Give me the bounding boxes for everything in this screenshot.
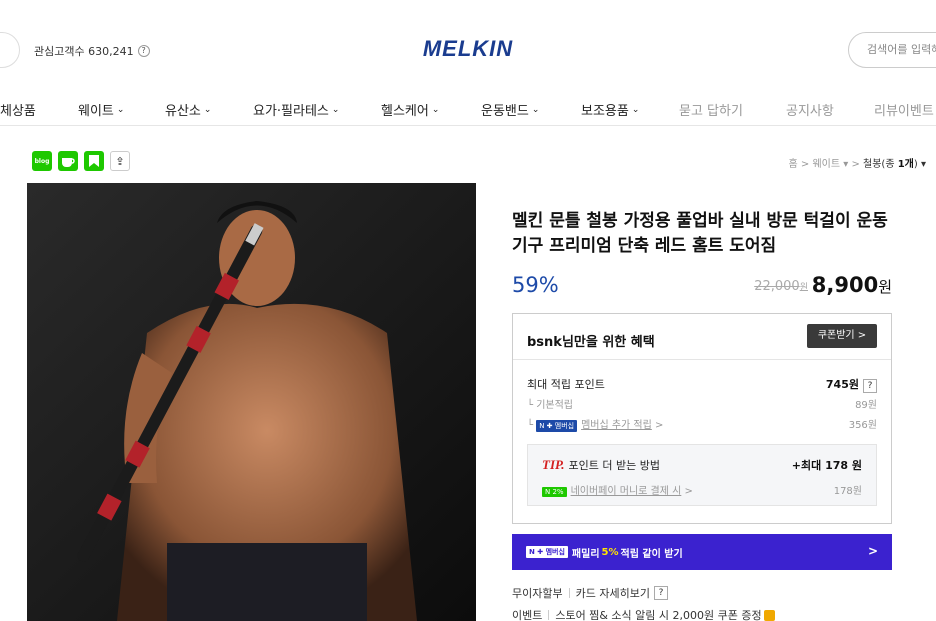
store-logo[interactable]: MELKIN [0, 36, 936, 62]
benefit-header: bsnk님만을 위한 혜택 [527, 335, 655, 350]
coupon-button[interactable]: 쿠폰받기 > [807, 324, 877, 348]
gift-icon [763, 609, 775, 621]
chevron-down-icon: ⌄ [631, 104, 640, 115]
nav-item-review-event[interactable]: 리뷰이벤트 [874, 100, 934, 119]
event-row: 이벤트 스토어 찜& 소식 알림 시 2,000원 쿠폰 증정 [512, 607, 775, 621]
membership-link[interactable]: 멤버십 추가 적립 [581, 420, 652, 431]
event-text[interactable]: 스토어 찜& 소식 알림 시 2,000원 쿠폰 증정 [555, 607, 761, 621]
sale-price: 8,900원 [811, 273, 892, 297]
max-points-row: 최대 적립 포인트 745원? [527, 376, 877, 393]
naverpay-value: 178원 [833, 486, 862, 497]
card-detail-link[interactable]: 카드 자세히보기 [576, 585, 650, 601]
original-price: 22,000원 [754, 279, 808, 294]
product-title: 멜킨 문틀 철봉 가정용 풀업바 실내 방문 턱걸이 운동기구 프리미엄 단축 … [512, 211, 888, 256]
category-nav: 체상품 웨이트 ⌄ 유산소 ⌄ 요가·필라테스 ⌄ 헬스케어 ⌄ 운동밴드 ⌄ 보조용품 ⌄… [0, 92, 936, 126]
chevron-down-icon: ⌄ [531, 104, 540, 115]
breadcrumb-current[interactable]: 철봉(종 1개) ▾ [863, 159, 926, 170]
cafe-share-icon[interactable] [58, 151, 78, 171]
chevron-down-icon: ⌄ [431, 104, 440, 115]
nav-item-cardio[interactable]: 유산소 ⌄ [165, 100, 211, 119]
family-membership-bar[interactable]: N ✚ 멤버십 패밀리 5% 적립 같이 받기 > [512, 534, 892, 570]
share-bar: blog ⇪ [32, 151, 130, 171]
nav-item-yoga[interactable]: 요가·필라테스 ⌄ [253, 100, 339, 119]
discount-rate: 59% [512, 273, 559, 297]
nav-item-notice[interactable]: 공지사항 [786, 100, 834, 119]
breadcrumb-category[interactable]: 웨이트 ▾ [812, 159, 848, 170]
blog-share-icon[interactable]: blog [32, 151, 52, 171]
tip-box: TIP. 포인트 더 받는 방법 +최대 178 원 N 2% 네이버페이 머니로 … [527, 444, 877, 506]
product-image[interactable] [27, 183, 476, 621]
search-input[interactable]: 검색어를 입력해 [848, 32, 936, 68]
nav-item-all[interactable]: 체상품 [0, 100, 36, 119]
share-icon[interactable]: ⇪ [110, 151, 130, 171]
tip-value: +최대 178 원 [791, 459, 862, 472]
membership-points-row: └ N ✚ 멤버십 멤버십 추가 적립 > 356원 [527, 420, 877, 432]
product-page: 관심고객수 630,241 ? MELKIN 검색어를 입력해 체상품 웨이트 ⌄… [0, 0, 936, 621]
chevron-down-icon: ⌄ [116, 104, 125, 115]
benefit-box: bsnk님만을 위한 혜택 쿠폰받기 > 최대 적립 포인트 745원? └ 기… [512, 313, 892, 524]
nav-item-bands[interactable]: 운동밴드 ⌄ [481, 100, 539, 119]
help-icon[interactable]: ? [863, 379, 877, 393]
keep-share-icon[interactable] [84, 151, 104, 171]
nav-item-healthcare[interactable]: 헬스케어 ⌄ [381, 100, 439, 119]
chevron-down-icon: ⌄ [331, 104, 340, 115]
nav-item-qna[interactable]: 묻고 답하기 [679, 100, 743, 119]
naverpay-row: N 2% 네이버페이 머니로 결제 시 > [542, 482, 693, 497]
chevron-right-icon: > [867, 544, 878, 558]
chevron-down-icon: ⌄ [203, 104, 212, 115]
basic-points-row: └ 기본적립 89원 [527, 400, 877, 411]
divider [513, 359, 891, 360]
tip-label: TIP. 포인트 더 받는 방법 [542, 457, 660, 472]
naver-membership-badge: N ✚ 멤버십 [536, 420, 578, 432]
nav-item-accessories[interactable]: 보조용품 ⌄ [581, 100, 639, 119]
top-bar: 관심고객수 630,241 ? MELKIN 검색어를 입력해 [0, 0, 936, 92]
naverpay-link[interactable]: 네이버페이 머니로 결제 시 [571, 486, 682, 497]
help-icon[interactable]: ? [653, 586, 668, 600]
nav-item-weight[interactable]: 웨이트 ⌄ [78, 100, 124, 119]
naverpay-badge: N 2% [542, 487, 567, 497]
breadcrumb-home[interactable]: 홈 [788, 159, 797, 170]
naver-membership-badge: N ✚ 멤버십 [526, 546, 568, 558]
breadcrumb: 홈 > 웨이트 ▾ > 철봉(종 1개) ▾ [788, 159, 926, 170]
installment-row: 무이자할부 카드 자세히보기 ? [512, 585, 668, 601]
